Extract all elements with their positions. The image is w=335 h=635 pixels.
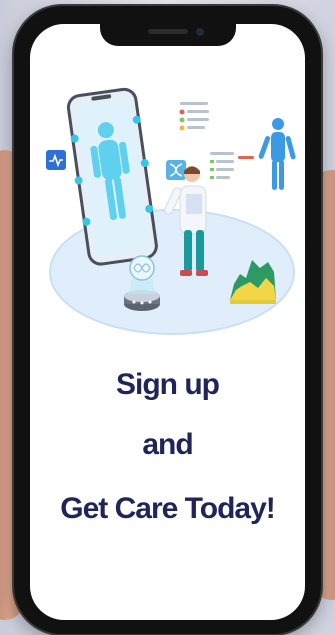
headline-line-3: Get Care Today! (60, 492, 276, 525)
telemedicine-illustration (46, 87, 296, 335)
phone-screen: Sign up and Get Care Today! (30, 24, 305, 620)
data-panel-middle (210, 152, 254, 179)
headline-line-2: and (142, 428, 193, 461)
phone-frame: Sign up and Get Care Today! (14, 6, 321, 634)
headline-line-1: Sign up (116, 368, 220, 401)
data-panel-top (179, 102, 209, 131)
human-figure-icon (258, 118, 296, 190)
dna-icon (166, 160, 186, 180)
heart-rate-icon (46, 150, 66, 170)
speaker-grille (148, 29, 188, 34)
promo-screenshot: Sign up and Get Care Today! (0, 0, 335, 635)
front-camera (196, 28, 204, 36)
phone-notch (100, 22, 236, 46)
